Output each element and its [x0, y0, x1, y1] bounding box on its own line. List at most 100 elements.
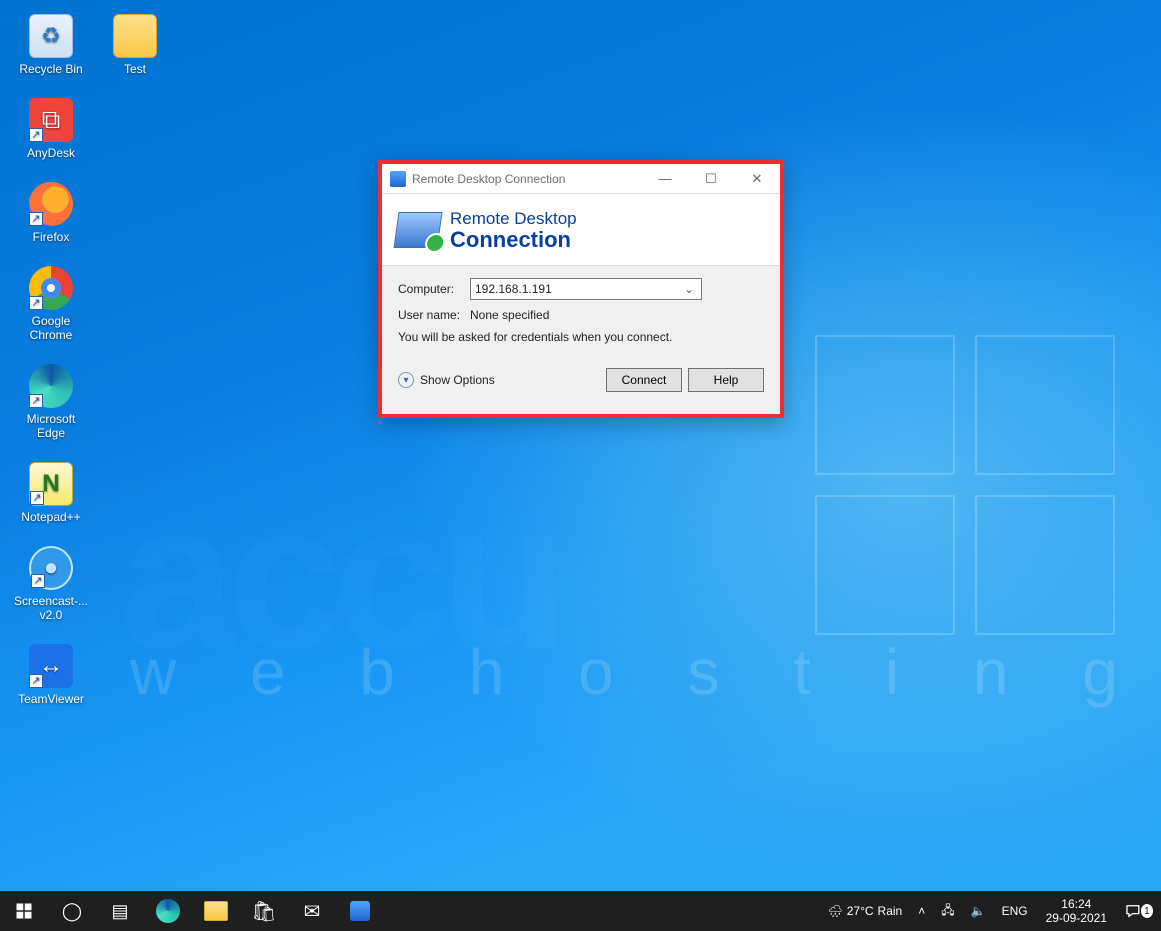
edge-icon: ↗: [29, 364, 73, 408]
desktop-icon-anydesk[interactable]: ↗ AnyDesk: [12, 98, 90, 160]
teamviewer-icon: ↗: [29, 644, 73, 688]
taskbar[interactable]: ◯ ▤ 🛍 ✉ 🌧 27°C Rain ˄ 🖧 🔈 ENG: [0, 891, 1161, 931]
tray-volume-button[interactable]: 🔈: [963, 891, 994, 931]
taskbar-app-mail[interactable]: ✉: [288, 891, 336, 931]
taskbar-app-explorer[interactable]: [192, 891, 240, 931]
desktop-icon-edge[interactable]: ↗ Microsoft Edge: [12, 364, 90, 440]
computer-combobox[interactable]: 192.168.1.191 ⌄: [470, 278, 702, 300]
tray-overflow-button[interactable]: ˄: [910, 891, 933, 931]
rdc-body: Computer: 192.168.1.191 ⌄ User name: Non…: [382, 266, 780, 368]
shortcut-arrow-icon: ↗: [30, 491, 44, 505]
window-title: Remote Desktop Connection: [412, 172, 642, 186]
desktop-icons-column: Recycle Bin ↗ AnyDesk ↗ Firefox ↗ Google…: [12, 14, 132, 728]
anydesk-icon: ↗: [29, 98, 73, 142]
taskbar-app-rdc[interactable]: [336, 891, 384, 931]
recycle-bin-icon: [29, 14, 73, 58]
window-titlebar[interactable]: Remote Desktop Connection ― ☐ ✕: [382, 164, 780, 194]
taskbar-time: 16:24: [1046, 897, 1107, 911]
rdc-banner-icon: [393, 212, 442, 248]
screencast-icon: ↗: [29, 546, 73, 590]
desktop-icon-label: Notepad++: [12, 510, 90, 524]
computer-label: Computer:: [398, 282, 470, 296]
start-button[interactable]: [0, 891, 48, 931]
search-button[interactable]: ◯: [48, 891, 96, 931]
brand-tagline-watermark: w e b h o s t i n g: [130, 635, 1146, 709]
weather-temp: 27°C: [847, 904, 874, 918]
minimize-button[interactable]: ―: [642, 164, 688, 194]
chevron-up-icon: ˄: [918, 904, 925, 918]
connect-button[interactable]: Connect: [606, 368, 682, 392]
desktop-icon-label: Google Chrome: [12, 314, 90, 342]
desktop-icon-chrome[interactable]: ↗ Google Chrome: [12, 266, 90, 342]
task-view-button[interactable]: ▤: [96, 891, 144, 931]
desktop-icon-label: Test: [96, 62, 174, 76]
desktop-icon-recycle-bin[interactable]: Recycle Bin: [12, 14, 90, 76]
remote-desktop-window[interactable]: Remote Desktop Connection ― ☐ ✕ Remote D…: [378, 160, 784, 418]
firefox-icon: ↗: [29, 182, 73, 226]
credentials-hint: You will be asked for credentials when y…: [398, 330, 764, 344]
desktop-icon-label: TeamViewer: [12, 692, 90, 706]
computer-value[interactable]: 192.168.1.191: [475, 282, 681, 296]
shortcut-arrow-icon: ↗: [29, 128, 43, 142]
weather-icon: 🌧: [828, 904, 843, 918]
folder-icon: [113, 14, 157, 58]
chrome-icon: ↗: [29, 266, 73, 310]
notepadpp-icon: ↗: [29, 462, 73, 506]
mail-icon: ✉: [304, 899, 321, 924]
show-options-toggle[interactable]: ▾ Show Options: [398, 372, 495, 388]
desktop-icon-label: Recycle Bin: [12, 62, 90, 76]
microsoft-store-icon: 🛍: [251, 899, 276, 924]
desktop-icon-label: Microsoft Edge: [12, 412, 90, 440]
desktop-icon-test-folder[interactable]: Test: [96, 14, 174, 76]
taskbar-app-edge[interactable]: [144, 891, 192, 931]
desktop-icon-firefox[interactable]: ↗ Firefox: [12, 182, 90, 244]
tray-network-button[interactable]: 🖧: [933, 891, 962, 931]
chevron-down-circle-icon: ▾: [398, 372, 414, 388]
shortcut-arrow-icon: ↗: [29, 212, 43, 226]
rdc-footer: ▾ Show Options Connect Help: [382, 368, 780, 404]
desktop-icon-label: Firefox: [12, 230, 90, 244]
windows-start-icon: [15, 902, 33, 920]
action-center-button[interactable]: 1: [1117, 891, 1161, 931]
chevron-down-icon[interactable]: ⌄: [681, 279, 697, 299]
rdc-taskbar-icon: [350, 901, 370, 921]
close-button[interactable]: ✕: [734, 164, 780, 194]
taskbar-app-store[interactable]: 🛍: [240, 891, 288, 931]
shortcut-arrow-icon: ↗: [29, 394, 43, 408]
weather-widget[interactable]: 🌧 27°C Rain: [820, 891, 911, 931]
weather-text: Rain: [878, 904, 903, 918]
desktop-icon-notepadpp[interactable]: ↗ Notepad++: [12, 462, 90, 524]
rdc-heading: Remote Desktop Connection: [450, 209, 577, 251]
notification-count-badge: 1: [1141, 904, 1153, 918]
show-options-label: Show Options: [420, 373, 495, 387]
maximize-button[interactable]: ☐: [688, 164, 734, 194]
notification-icon: [1125, 902, 1141, 920]
edge-icon: [156, 899, 180, 923]
system-tray: 🌧 27°C Rain ˄ 🖧 🔈 ENG 16:24 29-09-2021 1: [820, 891, 1161, 931]
network-icon: 🖧: [941, 901, 954, 922]
language-indicator: ENG: [1002, 904, 1028, 918]
username-label: User name:: [398, 308, 470, 322]
rdc-heading-line1: Remote Desktop: [450, 209, 577, 228]
rdc-app-icon: [390, 171, 406, 187]
help-button[interactable]: Help: [688, 368, 764, 392]
windows-logo-watermark: [815, 335, 1125, 645]
shortcut-arrow-icon: ↗: [29, 674, 43, 688]
search-icon: ◯: [62, 901, 82, 922]
rdc-heading-line2: Connection: [450, 229, 577, 251]
desktop-icon-screencast[interactable]: ↗ Screencast-... v2.0: [12, 546, 90, 622]
task-view-icon: ▤: [111, 901, 128, 922]
desktop-icon-teamviewer[interactable]: ↗ TeamViewer: [12, 644, 90, 706]
taskbar-date: 29-09-2021: [1046, 911, 1107, 925]
desktop-icon-label: AnyDesk: [12, 146, 90, 160]
desktop[interactable]: accu w e b h o s t i n g Recycle Bin ↗ A…: [0, 0, 1161, 891]
shortcut-arrow-icon: ↗: [31, 574, 45, 588]
desktop-icon-label: Screencast-... v2.0: [12, 594, 90, 622]
username-value: None specified: [470, 308, 549, 322]
shortcut-arrow-icon: ↗: [29, 296, 43, 310]
rdc-banner: Remote Desktop Connection: [382, 194, 780, 266]
taskbar-clock[interactable]: 16:24 29-09-2021: [1036, 897, 1117, 925]
volume-icon: 🔈: [971, 904, 986, 918]
tray-language-button[interactable]: ENG: [994, 891, 1036, 931]
file-explorer-icon: [204, 901, 228, 921]
